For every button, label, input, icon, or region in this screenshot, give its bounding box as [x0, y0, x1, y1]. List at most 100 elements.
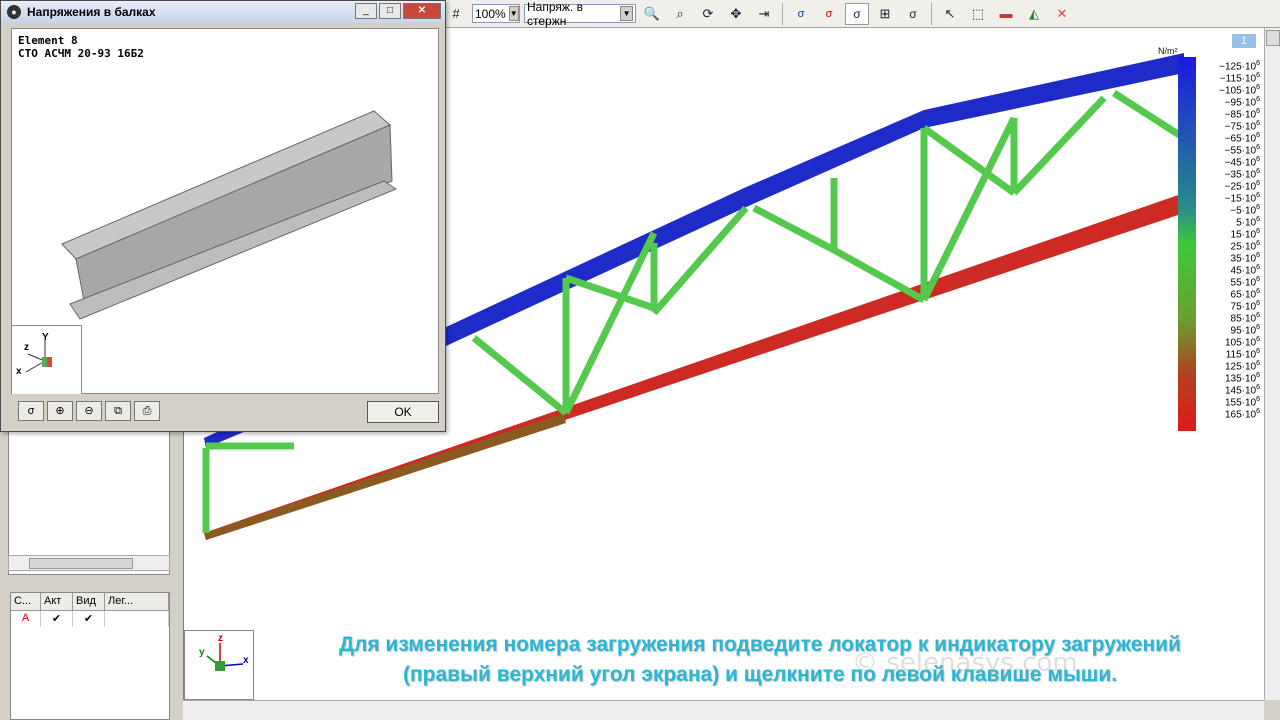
sigma-button[interactable]: σ — [18, 401, 44, 421]
scale-exponent: 6 — [1256, 384, 1260, 391]
minimize-button[interactable]: _ — [355, 3, 377, 19]
scale-exponent: 6 — [1256, 60, 1260, 67]
scale-label: −125·106 — [1219, 60, 1260, 73]
pan-icon[interactable]: ✥ — [724, 3, 748, 25]
scale-exponent: 6 — [1256, 360, 1260, 367]
color-scale-icon[interactable]: ▬ — [994, 3, 1018, 25]
scale-label: −115·106 — [1219, 72, 1260, 85]
zoom-value: 100% — [475, 6, 506, 21]
zoom-out-button[interactable]: ⊖ — [76, 401, 102, 421]
scale-exponent: 6 — [1256, 264, 1260, 271]
mode-value: Напряж. в стержн — [527, 0, 583, 28]
tree-view[interactable] — [8, 430, 170, 575]
scroll-thumb[interactable] — [29, 558, 133, 569]
scale-label: 125·106 — [1224, 360, 1260, 373]
horizontal-scrollbar[interactable] — [183, 700, 1264, 720]
scale-exponent: 6 — [1256, 348, 1260, 355]
palette-icon[interactable]: ◭ — [1022, 3, 1046, 25]
col-header[interactable]: Лег... — [105, 593, 169, 611]
chevron-down-icon: ▼ — [508, 6, 519, 21]
axis-label-z: z — [24, 342, 29, 353]
dialog-axis-indicator: Y z x — [12, 325, 82, 394]
visible-check[interactable]: ✔ — [73, 611, 105, 627]
sigma-max-icon[interactable]: σ — [817, 3, 841, 25]
watermark: © selenasys.com — [852, 648, 1078, 678]
scale-label: 145·106 — [1224, 384, 1260, 397]
scale-label: 45·106 — [1230, 264, 1260, 277]
scale-exponent: 6 — [1256, 312, 1260, 319]
axis-label-y: Y — [42, 332, 49, 343]
beam-stress-dialog: ● Напряжения в балках _ □ ✕ Element 8 СТ… — [0, 0, 446, 432]
toolbar-divider — [782, 2, 783, 25]
scale-label: −45·106 — [1224, 156, 1260, 169]
scale-label: −65·106 — [1224, 132, 1260, 145]
legend-cell — [105, 611, 169, 627]
table-row[interactable]: A ✔ ✔ — [11, 611, 169, 627]
scale-exponent: 6 — [1256, 168, 1260, 175]
scale-exponent: 6 — [1256, 396, 1260, 403]
scale-label: −95·106 — [1224, 96, 1260, 109]
export-icon[interactable]: ⇥ — [752, 3, 776, 25]
scale-label: 25·106 — [1230, 240, 1260, 253]
scale-exponent: 6 — [1256, 276, 1260, 283]
scale-exponent: 6 — [1256, 216, 1260, 223]
load-case-indicator[interactable]: 1 — [1232, 34, 1256, 48]
zoom-in-button[interactable]: ⊕ — [47, 401, 73, 421]
bottom-chord-left — [204, 413, 566, 540]
rotate-icon[interactable]: ⟳ — [696, 3, 720, 25]
mode-select[interactable]: Напряж. в стержн ▼ — [524, 0, 636, 28]
col-header[interactable]: Акт — [41, 593, 73, 611]
zoom-in-icon[interactable]: 🔍 — [640, 3, 664, 25]
table-header: С... Акт Вид Лег... — [11, 593, 169, 611]
col-header[interactable]: Вид — [73, 593, 105, 611]
scale-unit: N/m² — [1158, 46, 1178, 56]
scale-label: −15·106 — [1224, 192, 1260, 205]
scale-exponent: 6 — [1256, 300, 1260, 307]
select-box-icon[interactable]: ⬚ — [966, 3, 990, 25]
caption-line-1: Для изменения номера загружения подведит… — [339, 633, 1181, 656]
load-cases-table: С... Акт Вид Лег... A ✔ ✔ — [10, 592, 170, 720]
ok-button[interactable]: OK — [367, 401, 439, 423]
sigma-min-icon[interactable]: σ — [789, 3, 813, 25]
scale-exponent: 6 — [1256, 228, 1260, 235]
sigma-frame-icon[interactable]: ⊞ — [873, 3, 897, 25]
caption-line-2: (правый верхний угол экрана) и щелкните … — [402, 663, 1118, 686]
axis-label-x: x — [16, 366, 22, 377]
zoom-select[interactable]: 100% ▼ — [472, 4, 520, 23]
scroll-up-button[interactable] — [1265, 30, 1280, 46]
scale-exponent: 6 — [1256, 288, 1260, 295]
maximize-button[interactable]: □ — [379, 3, 401, 19]
scale-exponent: 6 — [1256, 72, 1260, 79]
scale-exponent: 6 — [1256, 84, 1260, 91]
dialog-button-bar: σ ⊕ ⊖ ⧉ ⎙ — [18, 401, 160, 421]
active-check[interactable]: ✔ — [41, 611, 73, 627]
scale-label: 5·106 — [1236, 216, 1260, 229]
scale-label: −85·106 — [1224, 108, 1260, 121]
scale-label: 95·106 — [1230, 324, 1260, 337]
scale-label: 35·106 — [1230, 252, 1260, 265]
grid-icon[interactable]: # — [444, 3, 468, 25]
scale-exponent: 6 — [1256, 324, 1260, 331]
select-arrow-icon[interactable]: ↖ — [938, 3, 962, 25]
scale-label: 15·106 — [1230, 228, 1260, 241]
close-button[interactable]: ✕ — [403, 3, 441, 19]
scale-label: 115·106 — [1225, 348, 1260, 361]
copy-button[interactable]: ⧉ — [105, 401, 131, 421]
sigma-n-icon[interactable]: σ — [845, 2, 869, 25]
scale-exponent: 6 — [1256, 408, 1260, 415]
scale-exponent: 6 — [1256, 204, 1260, 211]
toolbar-divider — [931, 2, 932, 25]
vertical-scrollbar[interactable] — [1264, 28, 1280, 700]
scale-label: −35·106 — [1224, 168, 1260, 181]
zoom-window-icon[interactable]: ⌕ — [668, 3, 692, 25]
scale-exponent: 6 — [1256, 120, 1260, 127]
color-scale-gradient — [1178, 57, 1196, 431]
tree-scrollbar[interactable] — [8, 555, 170, 571]
close-icon[interactable]: ✕ — [1050, 3, 1074, 25]
scale-label: 135·106 — [1224, 372, 1260, 385]
sigma-t-icon[interactable]: σ — [901, 3, 925, 25]
print-button[interactable]: ⎙ — [134, 401, 160, 421]
element-label: Element 8 — [18, 34, 78, 47]
scale-exponent: 6 — [1256, 108, 1260, 115]
col-header[interactable]: С... — [11, 593, 41, 611]
